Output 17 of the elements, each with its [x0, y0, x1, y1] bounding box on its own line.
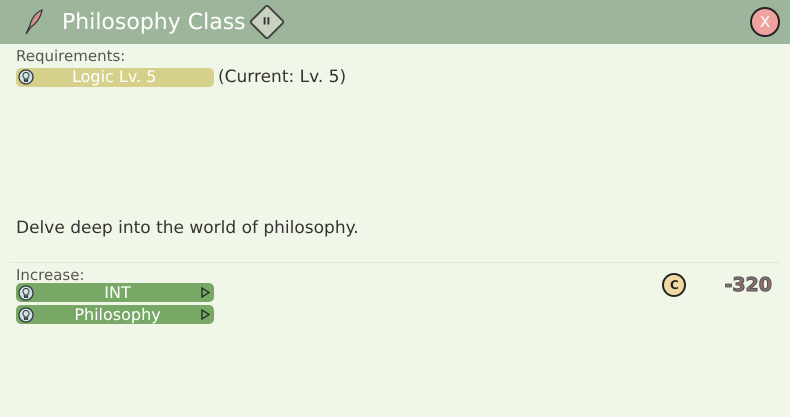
- increase-label: Increase:: [16, 266, 86, 283]
- requirement-name: Logic Lv. 5: [71, 69, 158, 86]
- lightbulb-icon: [18, 284, 34, 300]
- coin-icon: C: [662, 272, 686, 297]
- lightbulb-icon: [18, 69, 34, 86]
- stat-name: INT: [103, 284, 132, 300]
- play-icon: [201, 287, 210, 298]
- cost-amount: -320: [724, 272, 772, 298]
- description: Delve deep into the world of philosophy.: [16, 217, 360, 240]
- close-button[interactable]: X: [750, 7, 780, 37]
- lightbulb-icon: [18, 306, 34, 322]
- stat-name: Philosophy: [73, 306, 162, 322]
- play-icon: [201, 309, 210, 320]
- window-title: Philosophy Class: [62, 8, 246, 36]
- rank-badge: II: [248, 4, 285, 40]
- current-level: (Current: Lv. 5): [218, 66, 346, 88]
- requirements-label: Requirements:: [16, 48, 126, 64]
